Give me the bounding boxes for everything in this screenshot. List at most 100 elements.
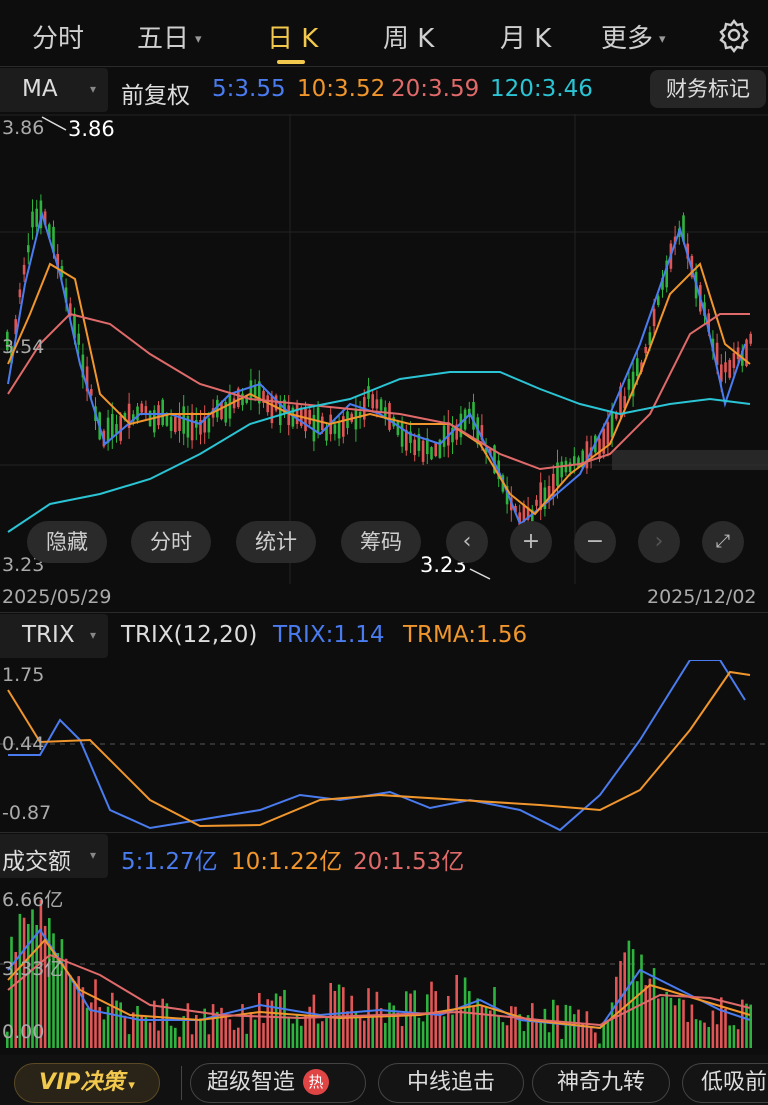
volume-bar xyxy=(720,997,723,1048)
timeshare-button[interactable]: 分时 xyxy=(131,521,211,563)
volume-selector[interactable]: 成交额 ▾ xyxy=(0,834,108,878)
ma-selector[interactable]: MA ▾ xyxy=(0,68,108,112)
vip-decision-button[interactable]: VIP决策 ▾ xyxy=(14,1063,160,1103)
trix-axis-mid: 0.44 xyxy=(2,733,45,755)
ma-legend-row: MA ▾ 前复权 5:3.55 10:3.52 20:3.59 120:3.46 … xyxy=(0,68,768,112)
dropdown-caret-icon: ▾ xyxy=(89,848,96,862)
volume-bar xyxy=(111,992,114,1048)
super-smart-button[interactable]: 超级智造热 xyxy=(190,1063,366,1103)
trix-chart[interactable] xyxy=(0,660,768,832)
tab-monthly-k[interactable]: 月 K xyxy=(500,18,551,55)
kline-candle xyxy=(161,399,164,426)
volume-bar xyxy=(606,1019,610,1048)
volume-bar xyxy=(657,998,660,1048)
volume-bar xyxy=(573,1014,576,1048)
trix-axis-top: 1.75 xyxy=(2,664,45,686)
volume-bar xyxy=(577,1009,580,1048)
volume-bar xyxy=(203,1008,206,1048)
price-axis-top: 3.86 xyxy=(2,117,45,139)
volume-bar xyxy=(283,989,286,1048)
volume-bar xyxy=(480,1006,484,1048)
tab-daily-k[interactable]: 日 K xyxy=(267,18,318,55)
kline-candle xyxy=(657,296,660,306)
volume-bar xyxy=(522,1031,526,1048)
volume-bar xyxy=(745,1003,748,1048)
low-buy-button[interactable]: 低吸前 xyxy=(682,1063,768,1103)
volume-bar xyxy=(300,1025,303,1048)
volume-bar xyxy=(241,1004,244,1048)
chevron-right-icon[interactable]: › xyxy=(638,521,680,563)
kline-candle xyxy=(287,405,290,426)
financial-marker-button[interactable]: 财务标记 xyxy=(650,70,766,108)
kline-candle xyxy=(337,420,341,439)
kline-candle xyxy=(111,413,114,438)
volume-bar xyxy=(396,1012,400,1048)
kline-candle xyxy=(430,447,433,460)
volume-axis-bottom: 0.00 xyxy=(2,1021,45,1043)
stats-button[interactable]: 统计 xyxy=(236,521,316,563)
volume-bar xyxy=(736,1029,740,1048)
volume-bar xyxy=(371,1014,374,1048)
low-marker-line xyxy=(469,568,491,580)
kline-candle xyxy=(442,425,446,447)
volume-bar xyxy=(627,940,631,1048)
kline-candle xyxy=(18,289,22,298)
trix-value: TRIX:1.14 xyxy=(273,622,385,648)
volume-bar xyxy=(211,1004,215,1048)
volume-bar xyxy=(405,991,408,1048)
volume-bar xyxy=(258,992,261,1048)
volume-bar xyxy=(531,1003,534,1048)
kline-candle xyxy=(354,408,358,430)
fullscreen-icon[interactable]: ⤢ xyxy=(702,521,744,563)
chevron-left-icon[interactable]: ‹ xyxy=(446,521,488,563)
trma-line xyxy=(7,670,751,828)
vip-text: 决策 xyxy=(80,1070,125,1095)
kline-candle xyxy=(728,360,731,378)
volume-bar xyxy=(291,1023,295,1048)
volume-bar xyxy=(459,1009,463,1048)
kline-candle xyxy=(304,408,307,432)
gear-icon[interactable] xyxy=(716,17,752,53)
kline-candle xyxy=(434,443,437,457)
kline-candle xyxy=(585,441,589,469)
volume-bar xyxy=(363,1020,366,1048)
volume-bar xyxy=(279,996,282,1048)
tab-weekly-k[interactable]: 周 K xyxy=(383,18,434,55)
toolbar-divider xyxy=(181,1066,182,1100)
ma20-value: 20:3.59 xyxy=(391,76,480,102)
tab-label: 更多 xyxy=(601,24,654,54)
volume-bar xyxy=(245,1033,248,1048)
chips-button[interactable]: 筹码 xyxy=(341,521,421,563)
kline-candle xyxy=(140,403,143,413)
kline-candle xyxy=(421,440,425,462)
volume-bar xyxy=(724,1008,727,1048)
tab-timeshare[interactable]: 分时 xyxy=(32,18,84,55)
kline-candle xyxy=(535,499,538,506)
tab-five-day[interactable]: 五日 ▾ xyxy=(137,18,202,55)
volume-bar xyxy=(153,1000,156,1048)
trix-selector[interactable]: TRIX ▾ xyxy=(0,614,108,658)
plus-icon[interactable]: + xyxy=(510,521,552,563)
hot-badge: 热 xyxy=(303,1069,330,1095)
kline-candle xyxy=(472,402,475,430)
volume-bar xyxy=(98,1007,101,1048)
price-axis-mid: 3.54 xyxy=(2,336,45,358)
kline-candle xyxy=(31,211,34,228)
kline-candle xyxy=(568,462,572,473)
volume-bar xyxy=(686,1021,689,1048)
magic-nine-button[interactable]: 神奇九转 xyxy=(532,1063,670,1103)
volume-bar xyxy=(48,918,51,1048)
mid-term-chase-button[interactable]: 中线追击 xyxy=(378,1063,524,1103)
ma5-line xyxy=(7,210,746,526)
tab-more[interactable]: 更多 ▾ xyxy=(601,18,666,55)
volume-bar xyxy=(543,1008,547,1048)
adjust-mode[interactable]: 前复权 xyxy=(121,76,190,110)
volume-bar xyxy=(144,1017,148,1048)
volume-bar xyxy=(249,1012,253,1048)
hide-button[interactable]: 隐藏 xyxy=(27,521,107,563)
price-chart[interactable] xyxy=(0,114,768,584)
minus-icon[interactable]: − xyxy=(574,521,616,563)
kline-candle xyxy=(190,412,194,441)
volume-chart[interactable] xyxy=(0,880,768,1050)
volume-bar xyxy=(699,1020,702,1048)
